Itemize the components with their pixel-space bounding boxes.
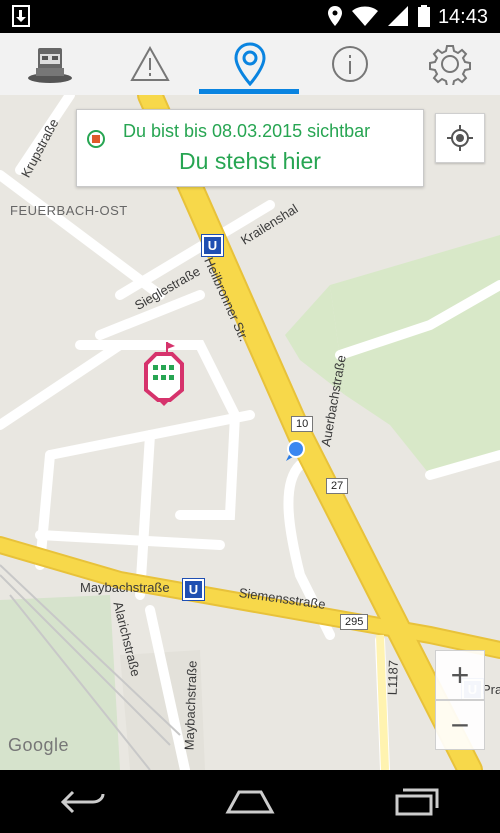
map-view[interactable]: Krupstraße FEUERBACH-OST Sieglestraße Kr… bbox=[0, 95, 500, 770]
avatar-icon bbox=[28, 48, 72, 83]
visibility-info-card[interactable]: Du bist bis 08.03.2015 sichtbar Du stehs… bbox=[76, 109, 424, 187]
tab-bar bbox=[0, 33, 500, 96]
download-icon bbox=[12, 5, 30, 27]
visibility-text: Du bist bis 08.03.2015 sichtbar bbox=[123, 121, 371, 141]
my-location-button[interactable] bbox=[435, 113, 485, 163]
status-bar: 14:43 bbox=[0, 0, 500, 33]
tab-info[interactable] bbox=[300, 33, 400, 95]
road-shield-10: 10 bbox=[291, 416, 314, 432]
district-label: FEUERBACH-OST bbox=[10, 203, 128, 218]
street-label-l1187: L1187 bbox=[384, 659, 401, 696]
tab-profile[interactable] bbox=[0, 33, 100, 95]
ubahn-station-icon[interactable]: U bbox=[201, 234, 224, 257]
warning-icon bbox=[130, 46, 170, 81]
location-pin-icon bbox=[234, 42, 266, 86]
tab-map[interactable] bbox=[200, 33, 300, 95]
home-icon bbox=[225, 790, 275, 813]
info-icon bbox=[332, 46, 368, 82]
location-status-text: Du stehst hier bbox=[179, 148, 321, 174]
back-icon bbox=[61, 790, 105, 813]
signal-icon bbox=[388, 6, 408, 26]
building-marker-icon[interactable] bbox=[140, 342, 188, 408]
road-shield-295: 295 bbox=[340, 614, 369, 630]
calendar-icon bbox=[87, 130, 105, 148]
street-label-maybach-station: Maybachstraße bbox=[80, 580, 170, 595]
tab-settings[interactable] bbox=[400, 33, 500, 95]
status-time: 14:43 bbox=[437, 6, 488, 28]
recent-apps-button[interactable] bbox=[382, 770, 452, 833]
gear-icon bbox=[429, 45, 471, 85]
crosshair-icon bbox=[447, 125, 473, 151]
navigation-bar bbox=[0, 770, 500, 833]
current-location-icon[interactable] bbox=[282, 437, 310, 465]
map-base bbox=[0, 95, 500, 770]
selected-tab-indicator bbox=[199, 89, 299, 94]
street-label-maybach: Maybachstraße bbox=[181, 660, 200, 751]
recent-apps-icon bbox=[395, 788, 439, 815]
zoom-in-button[interactable]: + bbox=[435, 650, 485, 700]
home-button[interactable] bbox=[215, 770, 285, 833]
tab-alerts[interactable] bbox=[100, 33, 200, 95]
location-icon bbox=[328, 6, 342, 26]
wifi-icon bbox=[352, 6, 378, 26]
back-button[interactable] bbox=[48, 770, 118, 833]
google-attribution: Google bbox=[8, 735, 70, 755]
zoom-out-button[interactable]: − bbox=[435, 700, 485, 750]
battery-icon bbox=[418, 5, 430, 27]
road-shield-27: 27 bbox=[326, 478, 349, 494]
ubahn-station-icon[interactable]: U bbox=[182, 578, 205, 601]
